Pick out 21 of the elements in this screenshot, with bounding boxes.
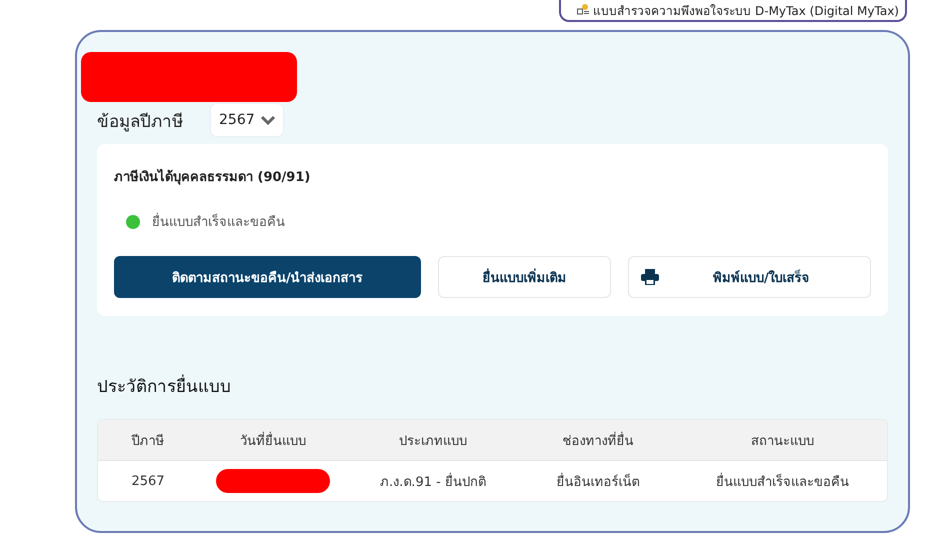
panel-title: ภาษีเงินได้บุคคลธรรมดา (90/91) (114, 168, 312, 187)
table-cell-text: 2567 (130, 474, 166, 488)
print-button[interactable]: พิมพ์แบบ/ใบเสร็จ (628, 256, 871, 298)
survey-link[interactable]: แบบสำรวจความพึงพอใจระบบ D-MyTax (Digital MyTax) (559, 0, 907, 22)
column-header: วันที่ยื่นแบบ (239, 430, 307, 450)
printer-icon (640, 269, 659, 285)
table-cell-text: ยื่นอินเทอร์เน็ต (556, 472, 640, 492)
tax-year-select[interactable]: 2567 (211, 104, 283, 136)
column-header: ช่องทางที่ยื่น (562, 430, 634, 450)
status-text: ยื่นแบบสำเร็จและขอคืน (152, 211, 285, 232)
column-header: ปีภาษี (130, 432, 166, 450)
tax-year-label: ข้อมูลปีภาษี (97, 110, 183, 134)
section-title: ประวัติการยื่นแบบ (97, 372, 888, 399)
file-button[interactable]: ยื่นแบบเพิ่มเติม (438, 256, 611, 298)
chevron-icon (260, 115, 275, 125)
column-header: ประเภทแบบ (398, 432, 468, 450)
checklist-icon (577, 4, 590, 16)
column-header: สถานะแบบ (750, 432, 815, 450)
track-button[interactable]: ติดตามสถานะขอคืน/นำส่งเอกสาร (114, 256, 421, 298)
table-cell-text: ยื่นแบบสำเร็จและขอคืน (715, 472, 850, 492)
table-cell-text: ภ.ง.ด.91 - ยื่นปกติ (379, 472, 487, 492)
